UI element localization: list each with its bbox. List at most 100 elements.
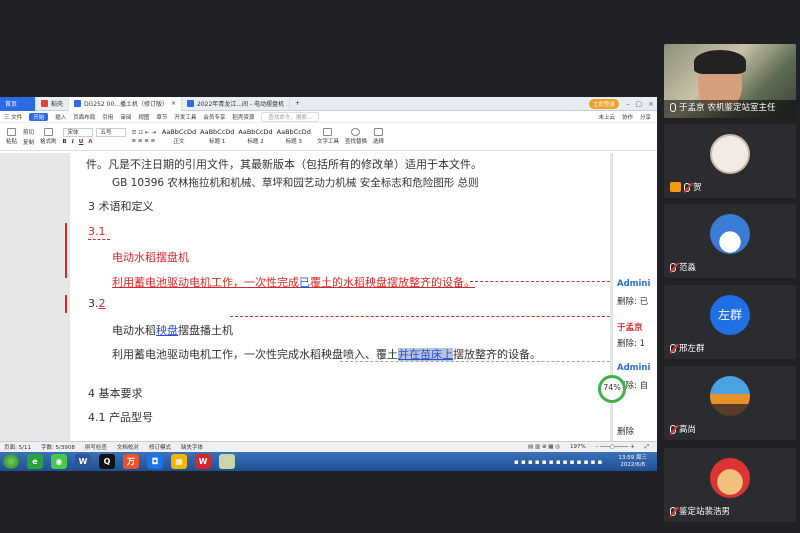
tab-document-1[interactable]: DG252 00...播土机（修订版） × [69,97,183,111]
wechat-icon[interactable]: ◉ [51,454,67,469]
participant-name-row: 邢左群 [670,342,705,354]
style-heading-1[interactable]: AaBbCcDd 标题 1 [200,128,234,145]
style-heading-3-preview: AaBbCcDd [276,128,311,136]
menu-docer-resources[interactable]: 稻壳资源 [232,113,254,121]
style-heading-2[interactable]: AaBbCcDd 标题 2 [238,128,272,145]
mic-muted-icon [670,424,676,434]
tab-document-1-label: DG252 00...播土机（修订版） [84,101,169,108]
collaborate-button[interactable]: 协作 [622,113,633,121]
participant-tile[interactable]: 范淼 [664,204,796,278]
comment-text[interactable]: 删除 [617,425,634,437]
menu-developer[interactable]: 开发工具 [174,113,196,121]
menu-references[interactable]: 引用 [102,113,113,121]
zoom-badge[interactable]: 74% [598,375,626,403]
font-size-select[interactable]: 五号 [95,128,126,137]
term-3-2-insert: 秧盘 [156,324,178,337]
tab-home[interactable]: 首页 [0,97,36,111]
minimize-icon[interactable]: – [623,100,633,108]
italic-icon[interactable]: I [72,139,74,145]
participant-tile[interactable]: 鉴定站裴浩男 [664,448,796,522]
gallery-icon[interactable]: ▦ [171,454,187,469]
meeting-app-icon[interactable]: ◘ [147,454,163,469]
align-icon[interactable]: ≡ ≡ ≡ ≡ [132,138,156,144]
participant-tile[interactable]: 贺 [664,124,796,198]
text-tools-label: 文字工具 [316,139,339,145]
term-3-2: 电动水稻秧盘摆盘播土机 [112,322,233,338]
participant-name: 范淼 [679,263,697,273]
menu-file[interactable]: 三 文件 [4,113,22,121]
cut-button[interactable]: 剪切 [23,128,34,136]
close-window-icon[interactable]: × [645,100,657,108]
participant-tile[interactable]: 左群 邢左群 [664,285,796,359]
close-icon[interactable]: × [171,100,176,107]
tab-docer[interactable]: 稻壳 [36,97,70,111]
bold-icon[interactable]: B [63,139,67,145]
spell-check[interactable]: 拼写检查 [85,443,107,451]
menu-view[interactable]: 视图 [138,113,149,121]
definition-3-1: 利用蓄电池驱动电机工作，一次性完成已覆土的水稻秧盘摆放整齐的设备。 [112,274,475,290]
menu-review[interactable]: 审阅 [120,113,131,121]
participant-tile[interactable]: 高尚 [664,366,796,440]
taskbar-clock[interactable]: 13:59 周三 2022/6/8 [618,455,657,469]
comment-author: 于孟京 [617,323,643,333]
explorer-icon[interactable] [219,454,235,469]
menu-insert[interactable]: 插入 [55,113,66,121]
style-normal[interactable]: AaBbCcDd 正文 [162,128,196,145]
format-painter-button[interactable]: 格式刷 [40,128,57,145]
doc-reference: GB 10396 农林拖拉机和机械、草坪和园艺动力机械 安全标志和危险图形 总则 [112,177,479,189]
menu-chapter[interactable]: 章节 [156,113,167,121]
style-heading-3-label: 标题 3 [285,139,302,145]
select-button[interactable]: 选择 [373,128,384,145]
tray-icons[interactable]: ▪ ▪ ▪ ▪ ▪ ▪ ▪ ▪ ▪ ▪ ▪ ▪ ▪ [514,458,602,466]
list-icon[interactable]: ☰ ☷ ⇤ ⇥ [132,130,156,136]
font-color-icon[interactable]: A [88,139,92,145]
browser-icon[interactable]: e [27,454,43,469]
comment-text[interactable]: 删除: 1 [617,337,645,349]
view-icons[interactable]: ▤ ▥ ⊕ ▦ ◎ [528,444,560,450]
qq-icon[interactable]: Q [99,454,115,469]
brush-icon [43,128,53,136]
page-indicator[interactable]: 页面: 5/11 [4,443,31,451]
definition-3-1-part-a: 利用蓄电池驱动电机工作，一次性完成 [112,276,299,289]
doc-check[interactable]: 文档校对 [117,443,139,451]
command-search[interactable]: 查找命令、搜索... [261,111,320,122]
font-family-select[interactable]: 宋体 [62,128,93,137]
section-4-heading: 4 基本要求 [88,387,143,400]
paste-button[interactable]: 粘贴 [6,128,17,145]
participant-tile[interactable]: 于孟京 农机鉴定站室主任 [664,44,796,118]
word-icon[interactable]: W [75,454,91,469]
document-page[interactable]: 件。凡是不注日期的引用文件，其最新版本（包括所有的修改单）适用于本文件。 GB … [70,153,610,441]
app-icon[interactable]: 万 [123,454,139,469]
section-3-heading: 3 术语和定义 [88,200,154,213]
tab-document-2[interactable]: 2022年青龙江...间 - 电动摆盘机 [182,97,291,111]
start-button[interactable] [3,454,19,469]
cloud-status[interactable]: 未上云 [598,113,615,121]
word-count[interactable]: 字数: 5/3908 [41,443,75,451]
participant-name: 贺 [693,183,702,193]
maximize-icon[interactable]: ▢ [633,100,646,108]
wps-icon[interactable]: W [195,454,211,469]
underline-icon[interactable]: U [79,139,83,145]
missing-font[interactable]: 缺失字体 [181,443,203,451]
participant-name-row: 贺 [670,181,702,193]
text-tools-button[interactable]: 文字工具 [317,128,339,145]
clock-date: 2022/6/8 [620,461,646,468]
comment-text[interactable]: 删除: 已 [617,295,648,307]
menu-page-layout[interactable]: 页面布局 [73,113,95,121]
new-tab-button[interactable]: + [290,97,305,111]
revision-mode[interactable]: 修订模式 [149,443,171,451]
zoom-level[interactable]: 197% [570,444,586,450]
menu-member[interactable]: 会员专享 [203,113,225,121]
fit-icon[interactable]: ⤢ [645,444,649,451]
zoom-slider[interactable]: – ───○──── + [596,444,635,450]
style-heading-3[interactable]: AaBbCcDd 标题 3 [277,128,311,145]
menu-home[interactable]: 开始 [29,112,49,121]
term-3-2-part-a: 电动水稻 [112,324,156,337]
word-doc-icon [74,100,82,107]
comment-connector [470,281,610,282]
find-replace-button[interactable]: 查找替换 [345,128,367,145]
share-button[interactable]: 分享 [640,113,651,121]
copy-button[interactable]: 复制 [23,138,34,146]
definition-3-1-insert: 已 [299,276,310,289]
login-button[interactable]: 立即登录 [588,98,619,109]
